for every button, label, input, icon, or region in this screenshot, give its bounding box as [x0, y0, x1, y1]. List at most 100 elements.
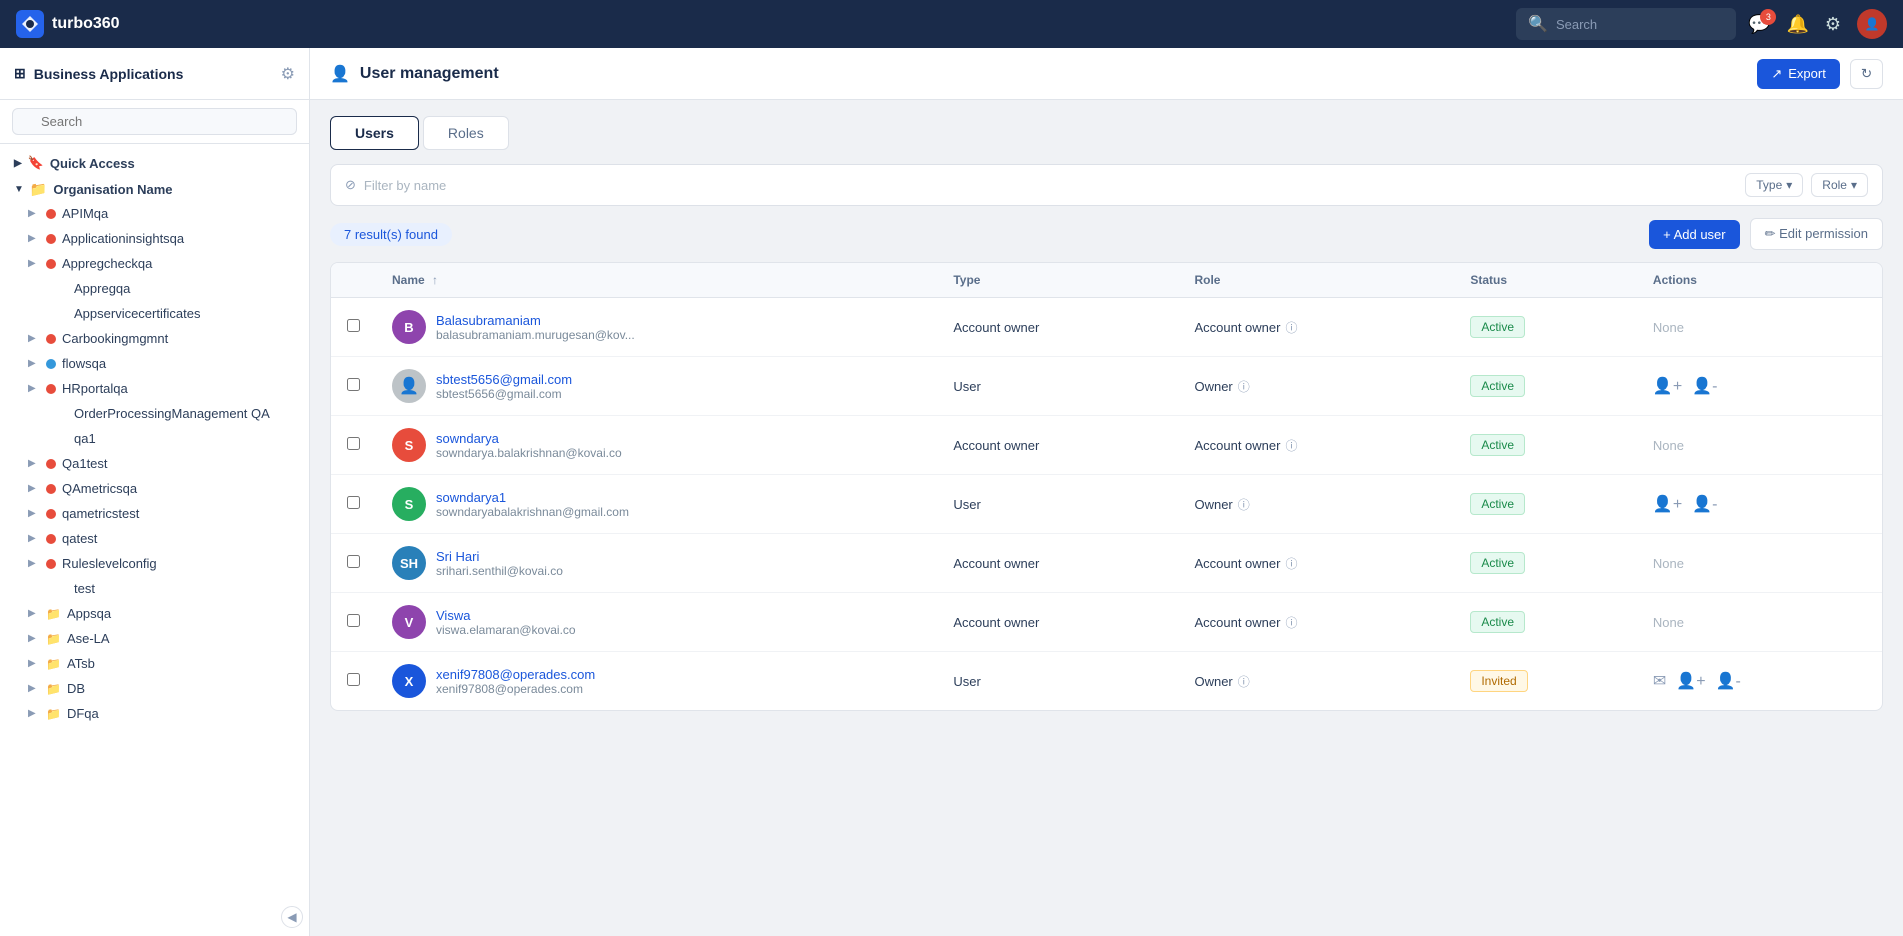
remove-user-action-icon[interactable]: 👤-	[1692, 494, 1717, 514]
filter-input[interactable]	[364, 178, 1737, 193]
nav-icons: 💬 3 🔔 ⚙ 👤	[1748, 9, 1887, 39]
sidebar-item[interactable]: OrderProcessingManagement QA	[0, 401, 309, 426]
row-checkbox[interactable]	[347, 614, 360, 627]
sidebar-item[interactable]: ▶Appregcheckqa	[0, 251, 309, 276]
sidebar-item[interactable]: ▶qatest	[0, 526, 309, 551]
sidebar-item[interactable]: ▶QAmetricsqa	[0, 476, 309, 501]
role-info-icon[interactable]: ⓘ	[1285, 555, 1297, 572]
sidebar-item[interactable]: ▶flowsqa	[0, 351, 309, 376]
sidebar-item[interactable]: test	[0, 576, 309, 601]
role-info-icon[interactable]: ⓘ	[1238, 496, 1250, 513]
type-filter-button[interactable]: Type ▾	[1745, 173, 1803, 197]
table-row: Ssowndarya1sowndaryabalakrishnan@gmail.c…	[331, 475, 1882, 534]
sidebar-title: ⊞ Business Applications	[14, 65, 183, 82]
user-email: viswa.elamaran@kovai.co	[436, 623, 576, 637]
row-checkbox[interactable]	[347, 496, 360, 509]
user-display-name[interactable]: sbtest5656@gmail.com	[436, 372, 572, 387]
table-row: Ssowndaryasowndarya.balakrishnan@kovai.c…	[331, 416, 1882, 475]
role-info-icon[interactable]: ⓘ	[1285, 319, 1297, 336]
sidebar-item[interactable]: ▶HRportalqa	[0, 376, 309, 401]
quick-access-section[interactable]: ▶ 🔖 Quick Access	[0, 148, 309, 174]
sidebar-item[interactable]: ▶Carbookingmgmnt	[0, 326, 309, 351]
status-badge: Active	[1470, 434, 1525, 456]
sidebar-item[interactable]: ▶qametricstest	[0, 501, 309, 526]
edit-permission-button[interactable]: ✏ Edit permission	[1750, 218, 1883, 250]
user-type: Account owner	[937, 534, 1178, 593]
settings-button[interactable]: ⚙	[1825, 14, 1841, 35]
user-status: Active	[1454, 475, 1637, 534]
row-checkbox[interactable]	[347, 555, 360, 568]
sidebar-search-input[interactable]	[12, 108, 297, 135]
add-user-action-icon[interactable]: 👤+	[1676, 671, 1705, 691]
user-avatar: S	[392, 428, 426, 462]
notification-badge: 3	[1760, 9, 1776, 25]
sidebar-item[interactable]: ▶📁DB	[0, 676, 309, 701]
remove-user-action-icon[interactable]: 👤-	[1692, 376, 1717, 396]
add-user-action-icon[interactable]: 👤+	[1653, 376, 1682, 396]
content-body: Users Roles ⊘ Type ▾ Role ▾ 7 result(s) …	[310, 100, 1903, 936]
sidebar-item[interactable]: qa1	[0, 426, 309, 451]
refresh-button[interactable]: ↻	[1850, 59, 1883, 89]
col-checkbox	[331, 263, 376, 298]
user-display-name[interactable]: sowndarya1	[436, 490, 629, 505]
sidebar-item[interactable]: Appregqa	[0, 276, 309, 301]
user-status: Active	[1454, 357, 1637, 416]
search-input[interactable]	[1556, 17, 1724, 32]
user-role: Owner ⓘ	[1178, 652, 1454, 711]
user-actions: None	[1637, 298, 1882, 357]
export-button[interactable]: ↗ Export	[1757, 59, 1839, 89]
row-checkbox[interactable]	[347, 673, 360, 686]
app-logo[interactable]: turbo360	[16, 10, 120, 38]
sidebar-item[interactable]: ▶Ruleslevelconfig	[0, 551, 309, 576]
table-row: VViswaviswa.elamaran@kovai.coAccount own…	[331, 593, 1882, 652]
tab-roles[interactable]: Roles	[423, 116, 509, 150]
user-avatar: V	[392, 605, 426, 639]
avatar[interactable]: 👤	[1857, 9, 1887, 39]
chevron-right-icon: ▶	[14, 158, 22, 169]
add-user-action-icon[interactable]: 👤+	[1653, 494, 1682, 514]
user-display-name[interactable]: sowndarya	[436, 431, 622, 446]
user-status: Invited	[1454, 652, 1637, 711]
role-filter-button[interactable]: Role ▾	[1811, 173, 1868, 197]
results-count-badge: 7 result(s) found	[330, 223, 452, 246]
search-bar[interactable]: 🔍	[1516, 8, 1736, 40]
notifications-button[interactable]: 🔔	[1786, 14, 1808, 35]
settings-icon[interactable]: ⚙	[281, 64, 295, 84]
user-role: Account owner ⓘ	[1178, 416, 1454, 475]
tabs-bar: Users Roles	[330, 116, 1883, 150]
row-checkbox[interactable]	[347, 378, 360, 391]
sidebar-item[interactable]: ▶📁ATsb	[0, 651, 309, 676]
user-display-name[interactable]: Viswa	[436, 608, 576, 623]
remove-user-action-icon[interactable]: 👤-	[1716, 671, 1741, 691]
user-actions: None	[1637, 593, 1882, 652]
sidebar-item[interactable]: ▶Applicationinsightsqa	[0, 226, 309, 251]
collapse-sidebar-button[interactable]: ◀	[281, 906, 303, 928]
sidebar-item[interactable]: ▶APIMqa	[0, 201, 309, 226]
row-checkbox[interactable]	[347, 437, 360, 450]
sidebar-item[interactable]: ▶📁DFqa	[0, 701, 309, 726]
role-info-icon[interactable]: ⓘ	[1285, 614, 1297, 631]
role-info-icon[interactable]: ⓘ	[1238, 673, 1250, 690]
row-checkbox[interactable]	[347, 319, 360, 332]
role-info-icon[interactable]: ⓘ	[1238, 378, 1250, 395]
user-display-name[interactable]: xenif97808@operades.com	[436, 667, 595, 682]
sidebar-collapse: ◀	[281, 906, 303, 928]
sidebar-item[interactable]: ▶📁Appsqa	[0, 601, 309, 626]
add-user-button[interactable]: + Add user	[1649, 220, 1740, 249]
user-display-name[interactable]: Balasubramaniam	[436, 313, 635, 328]
user-display-name[interactable]: Sri Hari	[436, 549, 563, 564]
user-name-cell: 👤sbtest5656@gmail.comsbtest5656@gmail.co…	[376, 357, 937, 416]
role-info-icon[interactable]: ⓘ	[1285, 437, 1297, 454]
org-section[interactable]: ▼ 📁 Organisation Name	[0, 174, 309, 201]
tab-users[interactable]: Users	[330, 116, 419, 150]
resend-invite-icon[interactable]: ✉	[1653, 671, 1666, 691]
sidebar-item[interactable]: ▶Qa1test	[0, 451, 309, 476]
messages-button[interactable]: 💬 3	[1748, 14, 1770, 35]
user-email: xenif97808@operades.com	[436, 682, 595, 696]
sidebar-item[interactable]: ▶📁Ase-LA	[0, 626, 309, 651]
sidebar-bottom: ◀	[0, 906, 309, 936]
sidebar-item[interactable]: Appservicecertificates	[0, 301, 309, 326]
status-badge: Invited	[1470, 670, 1527, 692]
top-navigation: turbo360 🔍 💬 3 🔔 ⚙ 👤	[0, 0, 1903, 48]
user-role: Account owner ⓘ	[1178, 534, 1454, 593]
